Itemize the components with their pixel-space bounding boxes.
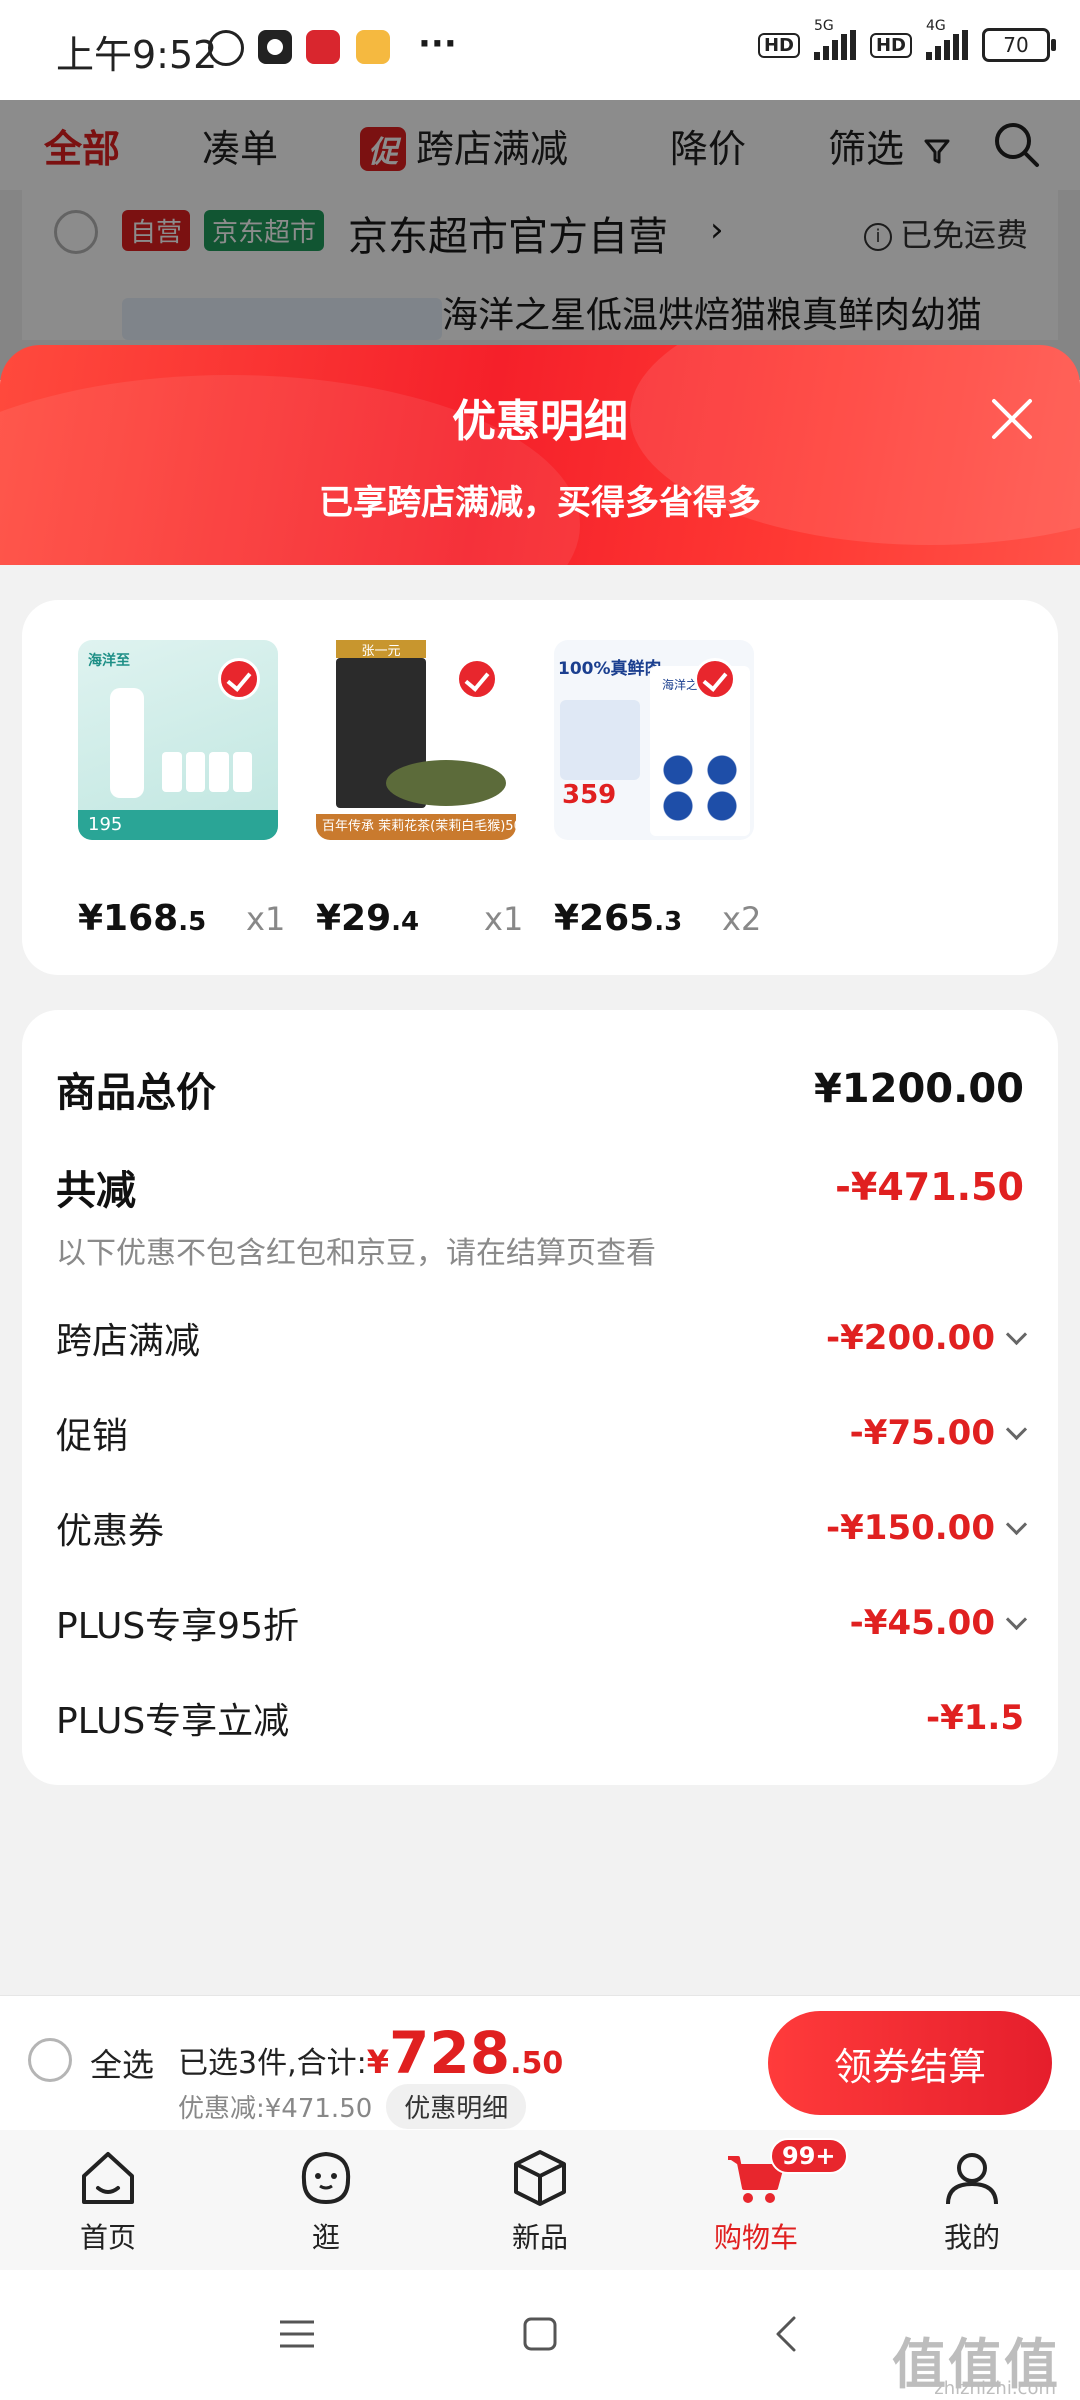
discount-label: 促销 (56, 1416, 129, 1457)
total-price-row: 商品总价 ¥1200.00 (56, 1060, 1024, 1118)
close-icon[interactable] (988, 395, 1036, 443)
browse-face-icon (301, 2151, 351, 2205)
selected-total: 已选3件,合计: ¥728.50 (178, 2019, 564, 2087)
status-bar: 上午9:52 ··· HD 5G HD 4G 70 (0, 0, 1080, 100)
discount-row-plus-instant: PLUS专享立减 -¥1.5 (56, 1692, 1024, 1744)
profile-icon (946, 2153, 998, 2205)
status-time: 上午9:52 (56, 33, 218, 77)
checkout-button[interactable]: 领券结算 (768, 2011, 1052, 2115)
discount-row-cross-store[interactable]: 跨店满减 -¥200.00 (56, 1312, 1028, 1364)
product-quantity: x1 (484, 900, 524, 938)
chevron-down-icon (1005, 1323, 1028, 1345)
discount-row-plus-95[interactable]: PLUS专享95折 -¥45.00 (56, 1597, 1028, 1649)
total-reduction-value: -¥471.50 (835, 1165, 1024, 1209)
watermark-url: zhizhizhi.com (934, 2378, 1056, 2399)
product-price: ¥265.3 (554, 898, 683, 939)
discount-value: -¥45.00 (850, 1603, 1028, 1643)
discount-label: PLUS专享95折 (56, 1606, 299, 1647)
alarm-icon (208, 30, 244, 66)
hd-badge: HD (757, 32, 800, 58)
chevron-down-icon (1005, 1513, 1028, 1535)
select-all-checkbox[interactable] (28, 2038, 72, 2082)
select-all-label[interactable]: 全选 (90, 2040, 154, 2086)
sheet-subtitle: 已享跨店满减，买得多省得多 (319, 483, 761, 523)
total-reduction-row: 共减 -¥471.50 (56, 1158, 1024, 1216)
signal-4g-icon: 4G (926, 18, 968, 60)
discount-row-coupon[interactable]: 优惠券 -¥150.00 (56, 1502, 1028, 1554)
discount-note: 以下优惠不包含红包和京豆，请在结算页查看 (56, 1236, 656, 1271)
total-price-value: ¥1200.00 (813, 1066, 1024, 1112)
battery-icon: 70 (982, 28, 1056, 62)
signal-5g-icon: 5G (813, 18, 856, 60)
hd-badge-2: HD (869, 32, 912, 58)
checked-icon (456, 658, 498, 700)
product-quantity: x1 (246, 900, 286, 938)
menu-icon[interactable] (278, 2318, 316, 2350)
overlay-dim[interactable] (0, 100, 1080, 380)
cart-count-badge: 99+ (770, 2138, 848, 2174)
discount-label: PLUS专享立减 (56, 1701, 290, 1742)
discount-value: -¥1.5 (926, 1698, 1024, 1738)
product-quantity: x2 (722, 900, 762, 938)
tab-browse[interactable]: 逛 (256, 2146, 396, 2256)
total-reduction-label: 共减 (56, 1168, 136, 1214)
selected-products-card: 海洋至 195 ¥168.5 x1 张一元 百年传承 茉莉花茶(茉莉白毛猴)50… (22, 600, 1058, 975)
app-notification-icon-2 (306, 30, 340, 64)
product-price: ¥168.5 (78, 898, 207, 939)
app-notification-icon (258, 30, 292, 64)
sheet-title: 优惠明细 (452, 396, 628, 447)
tab-profile[interactable]: 我的 (902, 2146, 1042, 2256)
total-price-label: 商品总价 (56, 1070, 216, 1116)
tab-home[interactable]: 首页 (38, 2146, 178, 2256)
back-icon[interactable] (774, 2314, 798, 2354)
home-square-icon[interactable] (522, 2316, 558, 2352)
chevron-down-icon (1005, 1418, 1028, 1440)
checkout-bar: 全选 已选3件,合计: ¥728.50 优惠减:¥471.50 优惠明细 领券结算 (0, 1995, 1080, 2131)
price-summary-card: 商品总价 ¥1200.00 共减 -¥471.50 以下优惠不包含红包和京豆，请… (22, 1010, 1058, 1785)
tab-new[interactable]: 新品 (470, 2146, 610, 2256)
bottom-tab-bar: 首页 逛 新品 99+ 购物车 我的 (0, 2130, 1080, 2270)
status-right: HD 5G HD 4G 70 (757, 18, 1056, 62)
chevron-down-icon (1005, 1608, 1028, 1630)
discount-value: -¥150.00 (826, 1508, 1028, 1548)
discount-detail-button[interactable]: 优惠明细 (386, 2084, 527, 2129)
more-notifications-icon: ··· (418, 24, 457, 64)
checked-icon (694, 658, 736, 700)
discount-summary: 优惠减:¥471.50 优惠明细 (178, 2084, 527, 2129)
tab-cart[interactable]: 99+ 购物车 (686, 2138, 848, 2256)
discount-label: 跨店满减 (56, 1321, 201, 1362)
discount-sheet-header: 优惠明细 已享跨店满减，买得多省得多 (0, 345, 1080, 565)
discount-row-promotion[interactable]: 促销 -¥75.00 (56, 1407, 1028, 1459)
discount-value: -¥75.00 (850, 1413, 1028, 1453)
discount-label: 优惠券 (56, 1511, 165, 1552)
product-price: ¥29.4 (316, 898, 420, 939)
cube-icon (514, 2150, 566, 2206)
discount-value: -¥200.00 (826, 1318, 1028, 1358)
checked-icon (218, 658, 260, 700)
home-icon (82, 2152, 134, 2204)
app-notification-icon-3 (356, 30, 390, 64)
